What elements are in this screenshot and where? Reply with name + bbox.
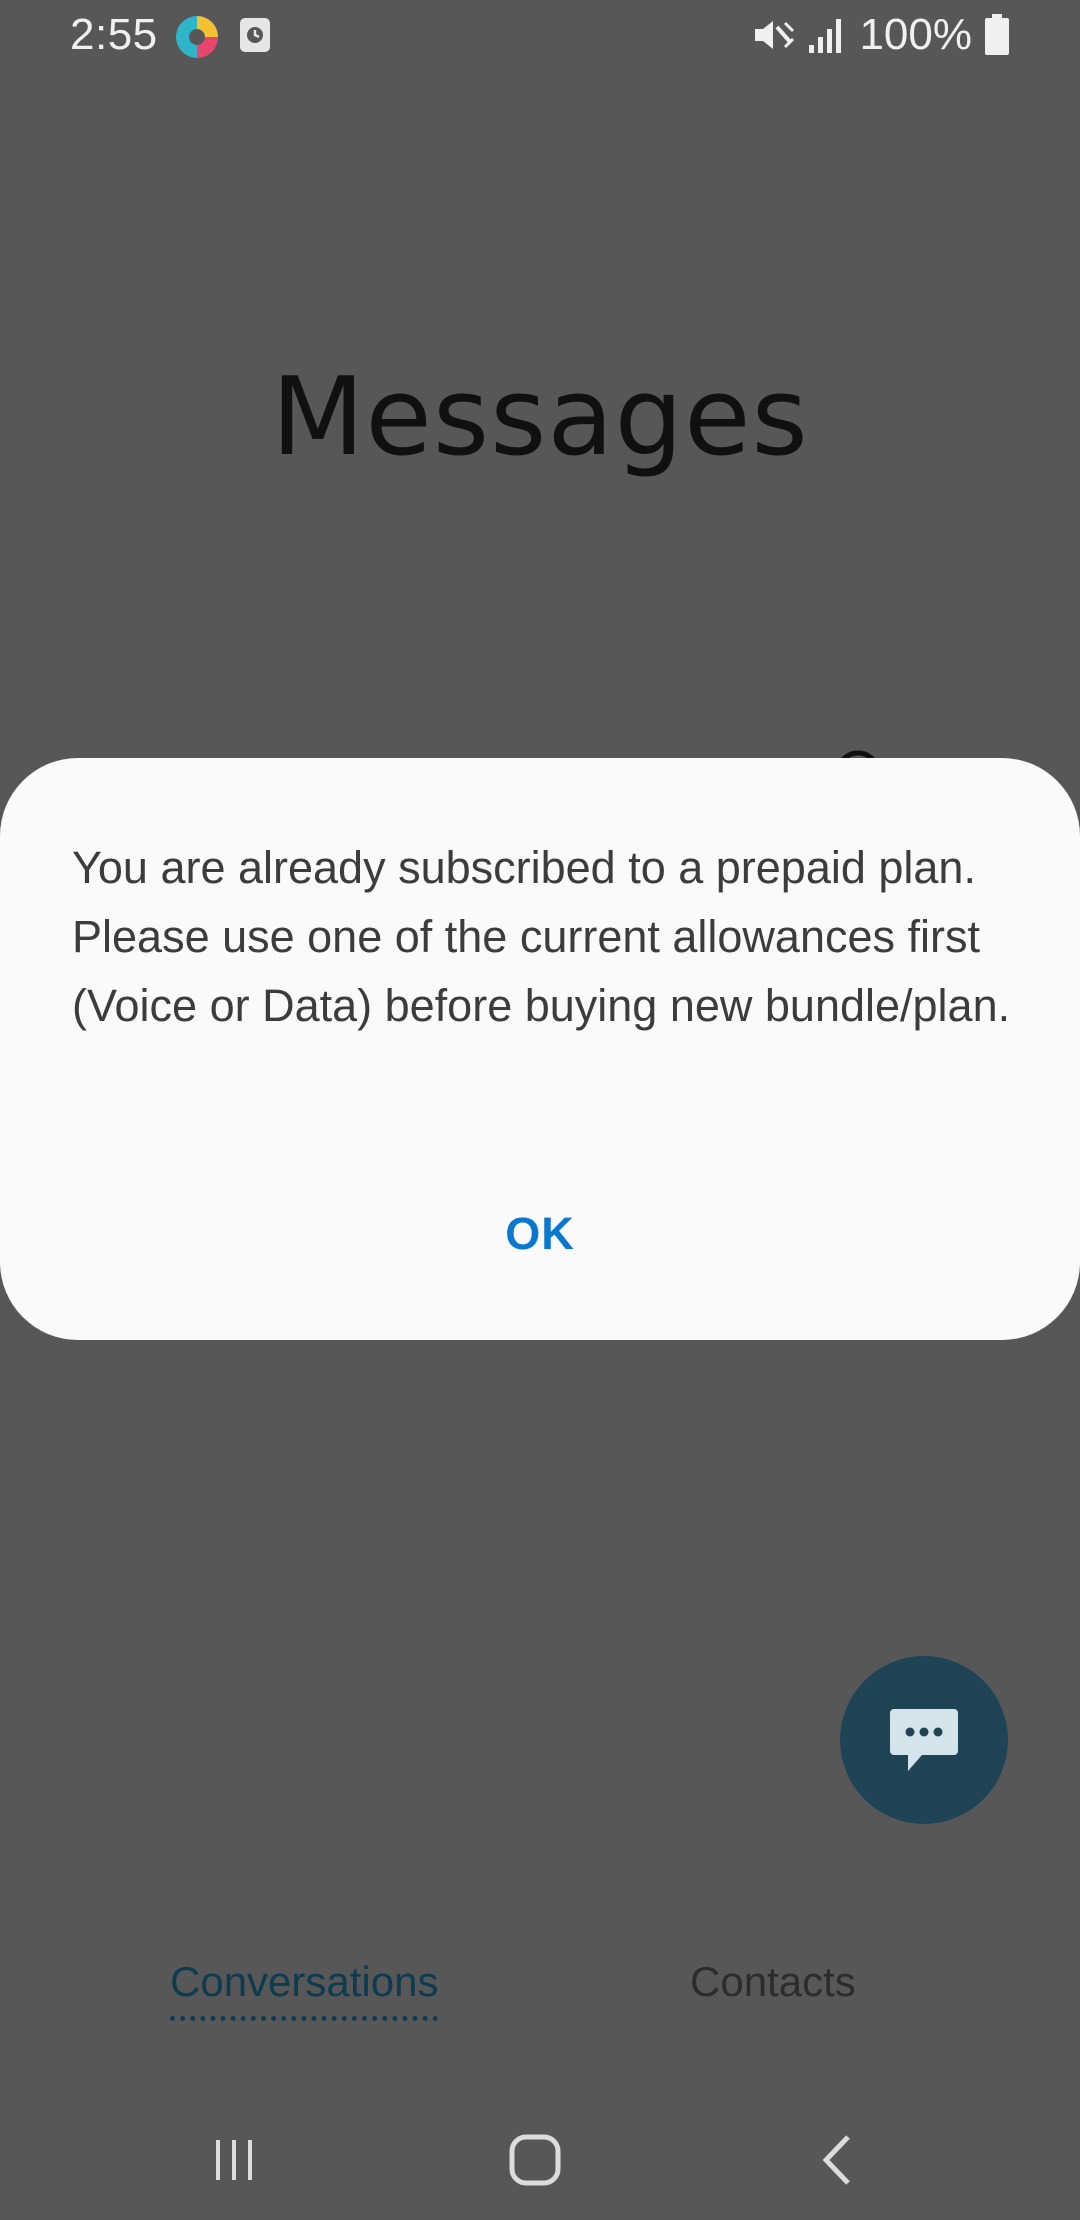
- page-title: Messages: [271, 355, 809, 480]
- back-button[interactable]: [798, 2120, 878, 2200]
- alert-dialog: You are already subscribed to a prepaid …: [0, 758, 1080, 1340]
- ok-button[interactable]: OK: [440, 1186, 640, 1282]
- compose-message-icon: [890, 1709, 958, 1771]
- vibrate-icon: [755, 21, 795, 49]
- status-bar: 2:55 100%: [0, 0, 1080, 72]
- status-right: 100%: [751, 10, 1010, 60]
- back-icon: [822, 2135, 850, 2185]
- navigation-bar: [0, 2100, 1080, 2220]
- home-icon: [509, 2134, 561, 2186]
- compose-message-button[interactable]: [840, 1656, 1008, 1824]
- app-notification-icon: [176, 16, 218, 58]
- tab-contacts-label: Contacts: [690, 1958, 856, 2005]
- battery-icon: [985, 14, 1009, 55]
- tab-contacts[interactable]: Contacts: [690, 1958, 856, 2006]
- home-button[interactable]: [495, 2120, 575, 2200]
- status-time: 2:55: [70, 10, 158, 59]
- battery-percentage: 100%: [859, 10, 972, 59]
- screen-recorder-icon: [240, 18, 270, 52]
- selected-tab-indicator: [170, 2016, 439, 2021]
- signal-icon: [809, 19, 842, 53]
- tab-conversations[interactable]: Conversations: [170, 1958, 439, 2021]
- recents-icon: [216, 2140, 252, 2180]
- messages-app: 2:55 100% Messages Conversations Contact…: [0, 0, 1080, 2220]
- tab-conversations-label: Conversations: [170, 1958, 439, 2005]
- recents-button[interactable]: [194, 2120, 274, 2200]
- dialog-message: You are already subscribed to a prepaid …: [72, 842, 1011, 1031]
